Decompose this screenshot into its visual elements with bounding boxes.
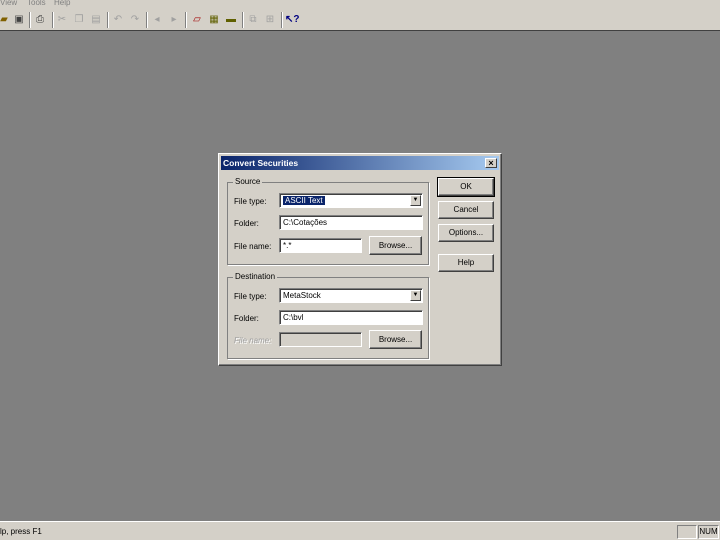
separator bbox=[185, 12, 187, 28]
previous-icon[interactable]: ◂ bbox=[150, 13, 164, 27]
destination-file-name-input bbox=[279, 332, 362, 347]
separator bbox=[107, 12, 109, 28]
destination-file-type-value: MetaStock bbox=[283, 291, 321, 300]
source-file-name-label: File name: bbox=[234, 242, 272, 251]
cut-icon[interactable]: ✂ bbox=[55, 13, 69, 27]
toolbar: ▰ ▣ ⎙ ✂ ❐ ▤ ↶ ↷ ◂ ▸ ▱ ▦ ▬ ⧉ ⊞ ↖? bbox=[0, 9, 720, 31]
menu-bar: View Tools Help bbox=[0, 0, 720, 9]
menu-help[interactable]: Help bbox=[54, 0, 70, 7]
status-pane-empty bbox=[677, 525, 697, 539]
dialog-title-bar[interactable]: Convert Securities × bbox=[221, 156, 499, 170]
context-help-icon[interactable]: ↖? bbox=[285, 13, 300, 27]
eraser-icon[interactable]: ▱ bbox=[190, 13, 204, 27]
close-icon[interactable]: × bbox=[485, 158, 497, 168]
num-lock-indicator: NUM bbox=[698, 525, 719, 539]
cancel-button[interactable]: Cancel bbox=[438, 201, 494, 219]
separator bbox=[29, 12, 31, 28]
open-icon[interactable]: ▰ bbox=[0, 13, 11, 27]
help-button[interactable]: Help bbox=[438, 254, 494, 272]
destination-file-type-label: File type: bbox=[234, 292, 267, 301]
source-browse-button[interactable]: Browse... bbox=[369, 236, 422, 255]
undo-icon[interactable]: ↶ bbox=[111, 13, 125, 27]
source-file-type-label: File type: bbox=[234, 197, 267, 206]
dialog-title: Convert Securities bbox=[223, 158, 299, 168]
source-file-type-select[interactable]: ASCII Text ▼ bbox=[279, 193, 423, 208]
chevron-down-icon[interactable]: ▼ bbox=[410, 290, 421, 301]
menu-tools[interactable]: Tools bbox=[27, 0, 46, 7]
options-button[interactable]: Options... bbox=[438, 224, 494, 242]
source-legend: Source bbox=[233, 177, 263, 186]
separator bbox=[146, 12, 148, 28]
destination-file-name-label: File name: bbox=[234, 336, 272, 345]
grid-icon[interactable]: ⊞ bbox=[263, 13, 277, 27]
ok-button[interactable]: OK bbox=[437, 177, 495, 197]
copy-icon[interactable]: ❐ bbox=[72, 13, 86, 27]
destination-legend: Destination bbox=[233, 272, 278, 281]
destination-browse-button[interactable]: Browse... bbox=[369, 330, 422, 349]
next-icon[interactable]: ▸ bbox=[167, 13, 181, 27]
convert-securities-dialog: Convert Securities × Source File type: A… bbox=[218, 153, 502, 366]
destination-folder-label: Folder: bbox=[234, 314, 259, 323]
status-text: lp, press F1 bbox=[0, 527, 42, 536]
menu-view[interactable]: View bbox=[0, 0, 17, 7]
redo-icon[interactable]: ↷ bbox=[128, 13, 142, 27]
separator bbox=[52, 12, 54, 28]
window-icon[interactable]: ⧉ bbox=[246, 13, 260, 27]
source-file-type-value: ASCII Text bbox=[283, 196, 325, 205]
folder-icon[interactable]: ▬ bbox=[224, 13, 238, 27]
status-bar: lp, press F1 NUM bbox=[0, 521, 720, 540]
convert-icon[interactable]: ▦ bbox=[207, 13, 221, 27]
chevron-down-icon[interactable]: ▼ bbox=[410, 195, 421, 206]
paste-icon[interactable]: ▤ bbox=[89, 13, 103, 27]
separator bbox=[242, 12, 244, 28]
destination-folder-input[interactable]: C:\bvl bbox=[279, 310, 423, 325]
print-icon[interactable]: ⎙ bbox=[33, 13, 47, 27]
destination-file-type-select[interactable]: MetaStock ▼ bbox=[279, 288, 423, 303]
separator bbox=[281, 12, 283, 28]
source-folder-input[interactable]: C:\Cotações bbox=[279, 215, 423, 230]
save-icon[interactable]: ▣ bbox=[12, 13, 26, 27]
source-file-name-input[interactable]: *.* bbox=[279, 238, 362, 253]
source-folder-label: Folder: bbox=[234, 219, 259, 228]
